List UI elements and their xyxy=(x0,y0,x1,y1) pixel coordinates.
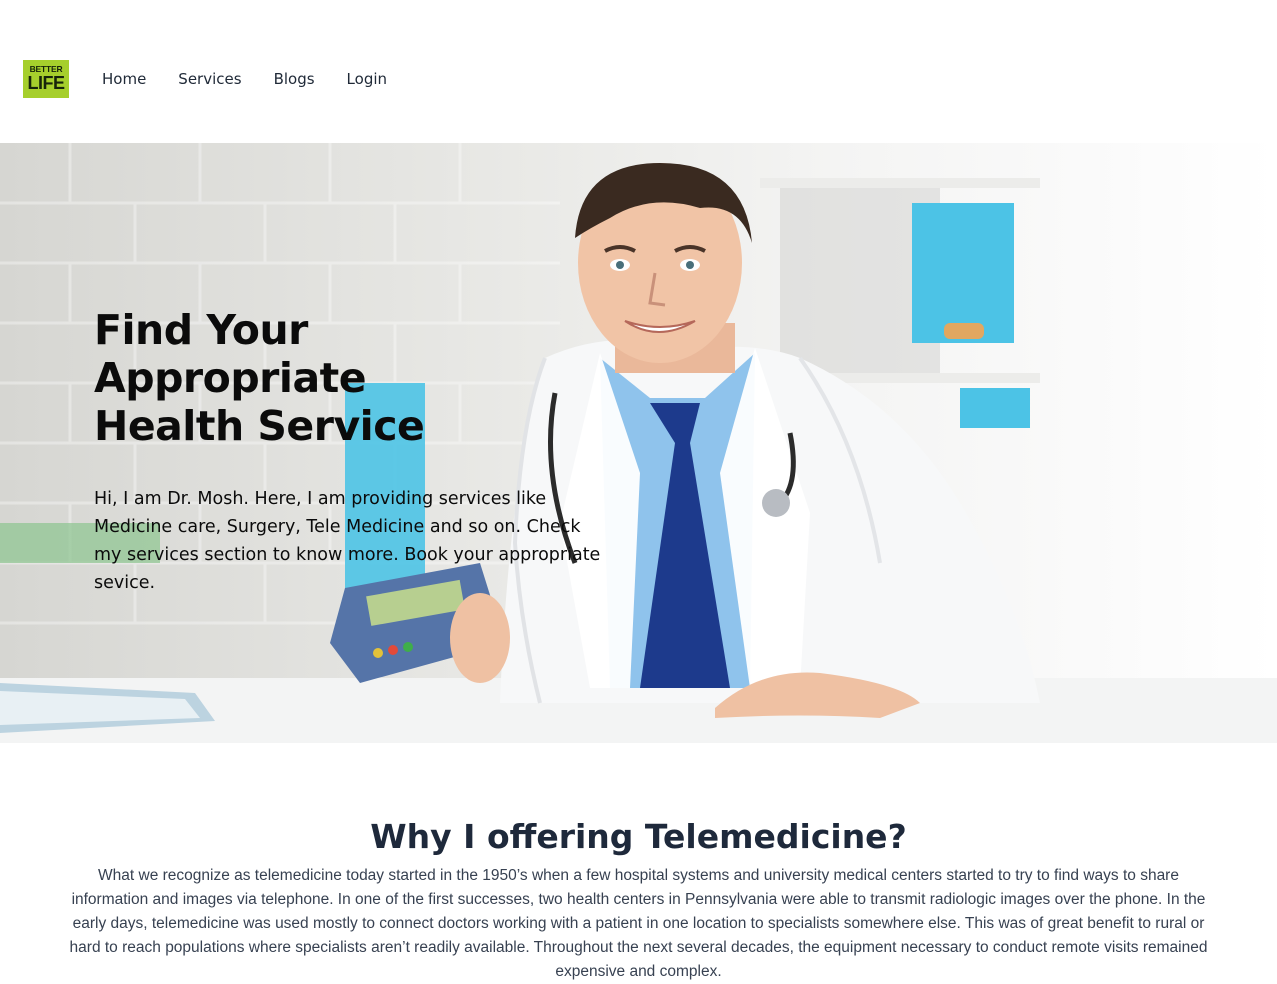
site-header: BETTER LIFE Home Services Blogs Login xyxy=(0,0,1277,143)
nav-home-link[interactable]: Home xyxy=(102,69,146,89)
hero-description: Hi, I am Dr. Mosh. Here, I am providing … xyxy=(94,489,601,593)
nav-services-link[interactable]: Services xyxy=(178,69,241,89)
nav-login-link[interactable]: Login xyxy=(347,69,387,89)
hero-banner: Find Your Appropriate Health Service Hi,… xyxy=(0,143,1277,743)
telemedicine-body: What we recognize as telemedicine today … xyxy=(69,867,1208,980)
main-nav: Home Services Blogs Login xyxy=(102,69,419,89)
better-life-logo[interactable]: BETTER LIFE xyxy=(23,60,69,98)
telemedicine-heading: Why I offering Telemedicine? xyxy=(370,817,907,856)
nav-blogs-link[interactable]: Blogs xyxy=(274,69,315,89)
hero-title: Find Your Appropriate Health Service xyxy=(94,306,425,450)
logo-line-2: LIFE xyxy=(27,72,66,93)
